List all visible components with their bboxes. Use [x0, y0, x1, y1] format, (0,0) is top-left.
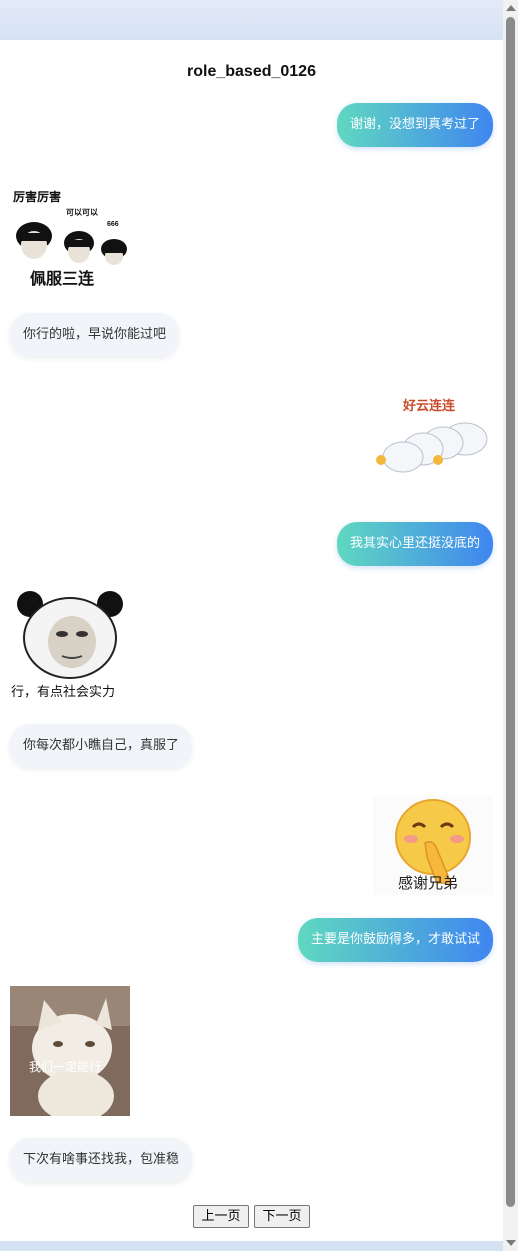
cloud-thumbs-up-sticker: 好云连连 — [373, 393, 493, 483]
panda-face-sticker: 行，有点社会实力 — [10, 590, 130, 701]
smiling-emoji-sticker: 感谢兄弟 — [373, 795, 493, 895]
chat-title: role_based_0126 — [187, 63, 316, 80]
sticker-caption: 好云连连 — [402, 398, 456, 413]
cat-sticker: 我们一定能行 — [10, 986, 130, 1116]
sticker-caption: 我们一定能行 — [29, 1059, 101, 1074]
next-page-button[interactable]: 下一页 — [254, 1205, 310, 1228]
message-bubble-right: 谢谢，没想到真考过了 — [336, 103, 493, 147]
scroll-up-arrow-icon[interactable] — [506, 5, 516, 11]
message-bubble-left: 你行的啦，早说你能过吧 — [10, 313, 180, 357]
bottom-band — [0, 1241, 503, 1251]
bowl-cut-meme-sticker: 厉害厉害 可以可以 666 佩服三连 — [10, 173, 130, 291]
sticker-caption-small: 666 — [107, 221, 119, 228]
message-bubble-right: 我其实心里还挺没底的 — [336, 522, 493, 566]
message-bubble-left: 下次有啥事还找我，包准稳 — [10, 1138, 193, 1182]
message-bubble-left: 你每次都小瞧自己，真服了 — [10, 724, 193, 768]
sticker-caption-top: 厉害厉害 — [13, 189, 61, 204]
message-bubble-right: 主要是你鼓励得多，才敢试试 — [297, 918, 493, 962]
prev-page-button[interactable]: 上一页 — [193, 1205, 249, 1228]
top-header-band — [0, 0, 503, 40]
sticker-caption-bottom: 佩服三连 — [30, 269, 95, 288]
vertical-scrollbar[interactable] — [503, 0, 518, 1251]
scrollbar-thumb[interactable] — [506, 17, 515, 1207]
sticker-caption: 感谢兄弟 — [398, 875, 458, 892]
sticker-caption-mid: 可以可以 — [66, 208, 98, 217]
scroll-down-arrow-icon[interactable] — [506, 1240, 516, 1246]
chat-panel: role_based_0126 谢谢，没想到真考过了 厉害厉害 可以可以 666… — [0, 40, 503, 1241]
sticker-caption: 行，有点社会实力 — [11, 684, 115, 699]
